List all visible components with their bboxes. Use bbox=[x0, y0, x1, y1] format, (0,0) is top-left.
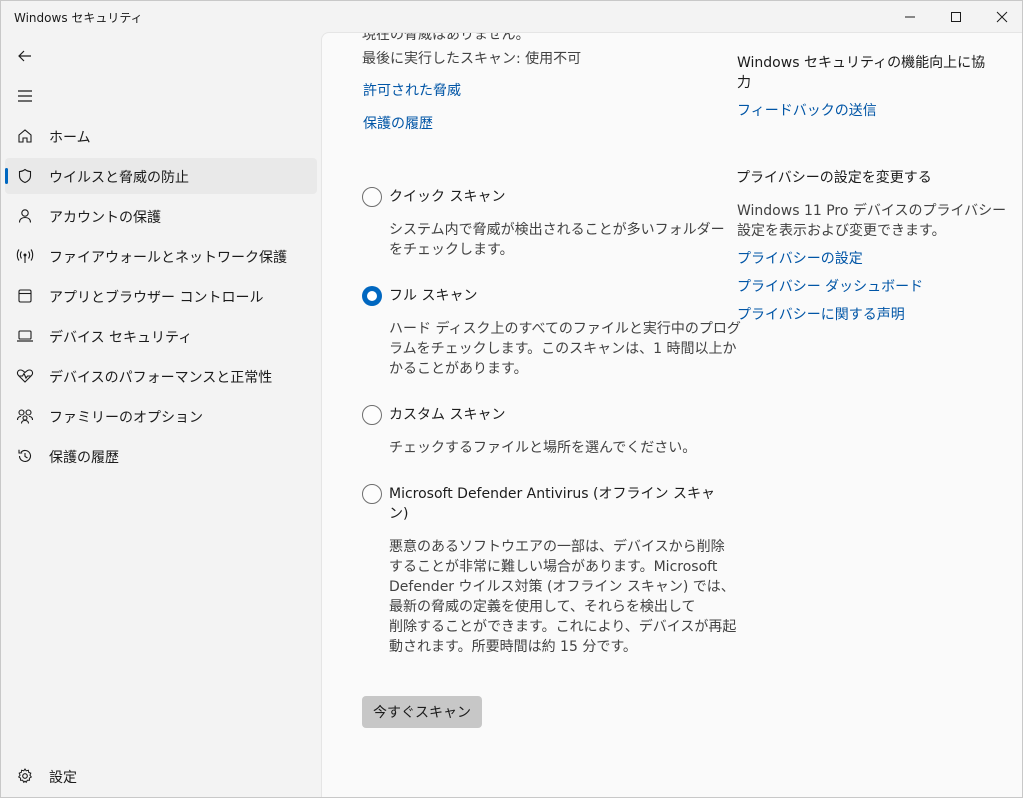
shield-icon bbox=[16, 167, 34, 185]
family-icon bbox=[16, 407, 34, 425]
scan-now-button[interactable]: 今すぐスキャン bbox=[362, 696, 482, 728]
scan-option-desc-line: 最新の脅威の定義を使用して、それらを検出して bbox=[389, 599, 696, 615]
laptop-icon bbox=[16, 327, 34, 345]
radio-button[interactable] bbox=[362, 405, 382, 425]
protection-history-link[interactable]: 保護の履歴 bbox=[363, 113, 433, 133]
selection-indicator bbox=[5, 168, 8, 184]
sidebar-item-label: デバイス セキュリティ bbox=[49, 330, 193, 346]
scan-option-label: フル スキャン bbox=[389, 288, 478, 304]
privacy-desc-line: Windows 11 Pro デバイスのプライバシー bbox=[737, 203, 1007, 219]
scan-option-desc-line: することが非常に難しい場合があります。Microsoft bbox=[389, 559, 718, 575]
privacy-statement-link[interactable]: プライバシーに関する声明 bbox=[737, 304, 905, 324]
sidebar-item-label: アプリとブラウザー コントロール bbox=[49, 290, 264, 306]
history-icon bbox=[16, 447, 34, 465]
gear-icon bbox=[16, 767, 34, 785]
improve-heading-line: 力 bbox=[737, 75, 751, 91]
main-content: 現在の脅威はありません。 最後に実行したスキャン: 使用不可 許可された脅威 保… bbox=[321, 32, 1022, 797]
scan-option-desc-line: チェックするファイルと場所を選んでください。 bbox=[389, 440, 697, 456]
sidebar-item-protection-history[interactable]: 保護の履歴 bbox=[5, 438, 317, 474]
app-window-icon bbox=[16, 287, 34, 305]
improve-heading-line: Windows セキュリティの機能向上に協 bbox=[737, 55, 986, 71]
heart-pulse-icon bbox=[16, 367, 34, 385]
sidebar-item-firewall[interactable]: ファイアウォールとネットワーク保護 bbox=[5, 238, 317, 274]
feedback-link[interactable]: フィードバックの送信 bbox=[737, 100, 877, 120]
sidebar-item-settings[interactable]: 設定 bbox=[5, 758, 317, 794]
minimize-icon bbox=[905, 16, 915, 17]
hamburger-menu-icon bbox=[18, 90, 32, 102]
back-arrow-icon bbox=[18, 50, 31, 62]
sidebar-item-device-security[interactable]: デバイス セキュリティ bbox=[5, 318, 317, 354]
sidebar-item-label: 保護の履歴 bbox=[49, 450, 119, 466]
last-scan-text: 最後に実行したスキャン: 使用不可 bbox=[362, 51, 582, 67]
scan-option-desc-line: 悪意のあるソフトウエアの一部は、デバイスから削除 bbox=[389, 539, 725, 555]
scan-option-label-line: Microsoft Defender Antivirus (オフライン スキャ bbox=[389, 486, 715, 502]
minimize-button[interactable] bbox=[887, 1, 933, 32]
close-button[interactable] bbox=[979, 1, 1023, 32]
scan-option-label: カスタム スキャン bbox=[389, 407, 506, 423]
scan-option-desc-line: Defender ウイルス対策 (オフライン スキャン) では、 bbox=[389, 579, 735, 595]
sidebar-item-app-browser-control[interactable]: アプリとブラウザー コントロール bbox=[5, 278, 317, 314]
sidebar-item-virus-protection[interactable]: ウイルスと脅威の防止 bbox=[5, 158, 317, 194]
title-bar: Windows セキュリティ bbox=[1, 1, 1022, 32]
app-window: Windows セキュリティ ホーム ウイルスと脅威の防止 アカウントの保護 フ… bbox=[0, 0, 1023, 798]
scan-option-desc-line: をチェックします。 bbox=[389, 242, 514, 258]
privacy-dashboard-link[interactable]: プライバシー ダッシュボード bbox=[737, 276, 923, 296]
allowed-threats-link[interactable]: 許可された脅威 bbox=[363, 80, 461, 100]
sidebar-item-family-options[interactable]: ファミリーのオプション bbox=[5, 398, 317, 434]
sidebar: ホーム ウイルスと脅威の防止 アカウントの保護 ファイアウォールとネットワーク保… bbox=[1, 32, 321, 797]
scan-option-desc-line: システム内で脅威が検出されることが多いフォルダー bbox=[389, 222, 725, 238]
sidebar-item-label: ホーム bbox=[49, 130, 91, 146]
scan-option-label-line: ン) bbox=[389, 506, 409, 522]
back-button[interactable] bbox=[6, 39, 44, 73]
person-icon bbox=[16, 207, 34, 225]
sidebar-item-home[interactable]: ホーム bbox=[5, 118, 317, 154]
sidebar-item-account-protection[interactable]: アカウントの保護 bbox=[5, 198, 317, 234]
maximize-button[interactable] bbox=[933, 1, 979, 32]
sidebar-item-device-performance[interactable]: デバイスのパフォーマンスと正常性 bbox=[5, 358, 317, 394]
maximize-icon bbox=[951, 11, 961, 22]
scan-option-desc-line: ハード ディスク上のすべてのファイルと実行中のプログ bbox=[389, 321, 741, 337]
scan-option-label: クイック スキャン bbox=[389, 189, 506, 205]
privacy-desc-line: 設定を表示および変更できます。 bbox=[737, 223, 946, 239]
sidebar-item-label: デバイスのパフォーマンスと正常性 bbox=[49, 370, 273, 386]
sidebar-item-label: ファミリーのオプション bbox=[49, 410, 203, 426]
sidebar-item-label: アカウントの保護 bbox=[49, 210, 161, 226]
radio-button-selected[interactable] bbox=[362, 286, 382, 306]
privacy-heading: プライバシーの設定を変更する bbox=[736, 170, 932, 186]
hamburger-menu-button[interactable] bbox=[6, 79, 44, 113]
close-icon bbox=[996, 11, 1008, 22]
radio-button[interactable] bbox=[362, 187, 382, 207]
radio-button[interactable] bbox=[362, 484, 382, 504]
window-title: Windows セキュリティ bbox=[14, 11, 143, 25]
scan-option-desc-line: かることがあります。 bbox=[389, 361, 528, 377]
sidebar-item-label: ファイアウォールとネットワーク保護 bbox=[49, 250, 287, 266]
scan-option-desc-line: 動されます。所要時間は約 15 分です。 bbox=[389, 639, 637, 655]
sidebar-item-label: 設定 bbox=[49, 770, 77, 786]
scan-option-desc-line: 削除することができます。これにより、デバイスが再起 bbox=[389, 619, 737, 635]
threat-status-text: 現在の脅威はありません。 bbox=[362, 32, 530, 43]
wifi-antenna-icon bbox=[16, 247, 34, 265]
sidebar-item-label: ウイルスと脅威の防止 bbox=[49, 170, 189, 186]
privacy-settings-link[interactable]: プライバシーの設定 bbox=[737, 248, 863, 268]
scan-option-desc-line: ラムをチェックします。このスキャンは、1 時間以上か bbox=[389, 341, 737, 357]
home-icon bbox=[16, 127, 34, 145]
